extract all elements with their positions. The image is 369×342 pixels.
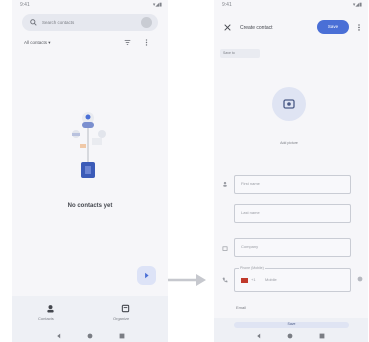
person-icon [223,181,227,187]
last-name-placeholder: Last name [241,210,260,215]
avatar[interactable] [141,17,152,28]
footer-save-button[interactable]: Save [234,322,349,328]
phone-icon [222,277,228,283]
bottom-navigation: Contacts Organize [12,296,168,342]
contacts-icon [47,305,54,313]
account-selector[interactable]: All contacts ▾ [24,40,51,46]
system-recents-icon[interactable] [119,333,125,339]
organize-icon [121,304,130,313]
phone-caption: Phone (Mobile) [239,266,265,270]
more-icon[interactable] [356,24,362,31]
last-name-field[interactable]: Last name [234,204,351,223]
add-contact-button[interactable] [137,266,156,285]
transition-arrow-icon [168,274,206,286]
empty-state-illustration [72,112,106,178]
bottom-action-bar: Save [214,318,368,342]
add-picture-button[interactable] [272,87,306,121]
status-time: 9:41 [222,2,232,8]
contacts-screen: 9:41 ▾◢▮ Search contacts All contacts ▾ … [12,0,168,342]
nav-item-contacts[interactable]: Contacts [36,304,66,326]
phone-field[interactable]: Phone (Mobile) +1 Mobile [234,266,351,292]
business-icon [222,246,228,251]
company-field[interactable]: Company [234,238,351,257]
status-time: 9:41 [20,2,30,8]
filter-icon[interactable] [124,39,131,46]
first-name-placeholder: First name [241,181,260,186]
more-icon[interactable] [143,39,150,46]
system-back-icon[interactable] [56,333,62,339]
save-button[interactable]: Save [317,20,349,34]
system-recents-icon[interactable] [319,333,325,339]
create-contact-screen: 9:41 ▾◢▮ Create contact Save Save to Add… [214,0,368,342]
add-photo-icon [283,99,295,109]
phone-number-input[interactable]: Mobile [265,277,277,282]
remove-field-icon[interactable] [357,276,363,282]
phone-country-code[interactable]: +1 [251,277,256,282]
account-chip[interactable]: Save to [220,49,260,58]
save-button-label: Save [327,24,339,29]
account-chip-label: Save to [223,51,235,55]
add-picture-label[interactable]: Add picture [214,141,364,145]
nav-label-organize: Organize [113,316,130,321]
country-flag-icon[interactable] [241,278,248,283]
empty-state-title: No contacts yet [67,203,113,209]
add-icon [145,272,149,279]
close-icon[interactable] [224,24,231,31]
status-icons: ▾◢▮ [152,2,162,8]
search-icon [30,19,37,26]
search-input[interactable]: Search contacts [42,20,74,25]
email-label[interactable]: Email [236,305,246,310]
nav-label-contacts: Contacts [38,316,54,321]
system-back-icon[interactable] [256,333,262,339]
search-bar[interactable]: Search contacts [22,14,158,31]
page-title: Create contact [240,25,273,31]
status-icons: ▾◢▮ [352,2,362,8]
footer-save-label: Save [287,322,296,326]
system-home-icon[interactable] [87,333,93,339]
nav-item-organize[interactable]: Organize [110,304,142,326]
system-home-icon[interactable] [287,333,293,339]
company-placeholder: Company [241,244,259,249]
first-name-field[interactable]: First name [234,175,351,194]
